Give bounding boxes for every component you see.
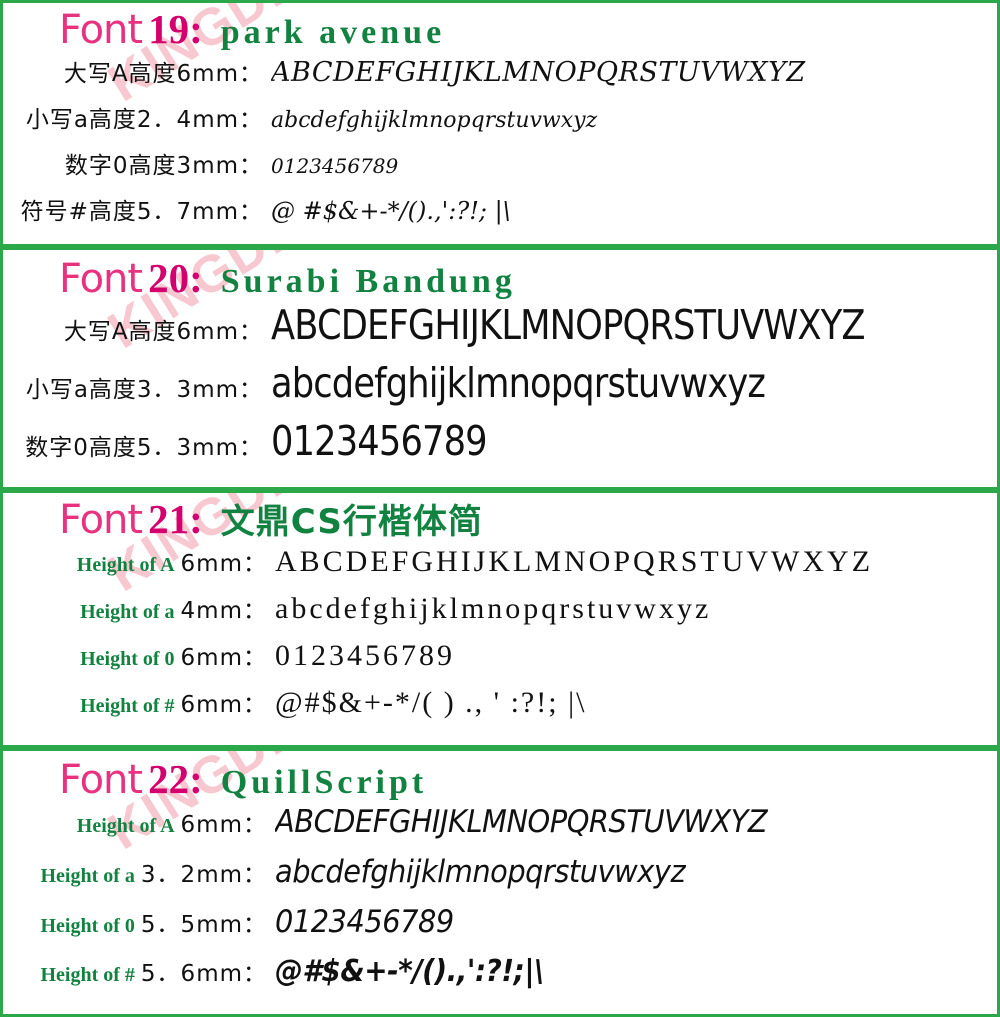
metric-label-value: 6mm： xyxy=(180,812,267,838)
font-block-22: KINGDEN Font 22 : QuillScript Height of … xyxy=(0,748,1000,1017)
sample-lowercase: abcdefghijklmnopqrstuvwxyz xyxy=(275,592,712,625)
metric-label-value: 5．5mm： xyxy=(140,912,267,938)
font-colon: : xyxy=(189,255,203,301)
font-name: Surabi Bandung xyxy=(220,263,516,300)
metric-row: 数字0高度5．3mm： 0123456789 xyxy=(3,417,997,475)
sample-symbols: @#$&+-*/().,':?!;|\ xyxy=(275,954,544,989)
font-number: 21 xyxy=(148,496,190,542)
sample-digits: 0123456789 xyxy=(271,154,399,178)
font-label: Font xyxy=(59,497,143,543)
sample-uppercase: ABCDEFGHIJKLMNOPQRSTUVWXYZ xyxy=(271,301,866,349)
sample-uppercase: ABCDEFGHIJKLMNOPQRSTUVWXYZ xyxy=(275,804,768,840)
font-block-19: KINGDEN Font 19 : park avenue 大写A高度6mm： … xyxy=(0,0,1000,247)
metric-row: Height of 0 6mm： 0123456789 xyxy=(3,638,997,685)
font-title-row: Font 21 : 文鼎CS行楷体简 xyxy=(3,493,997,543)
metric-row: Height of a 4mm： abcdefghijklmnopqrstuvwx… xyxy=(3,591,997,638)
metric-label-text: Height of a xyxy=(80,601,175,623)
metric-label-value: 6mm： xyxy=(180,551,267,577)
metric-label: 小写a高度2．4mm： xyxy=(25,107,263,133)
metric-label: Height of a 3．2mm： xyxy=(3,855,275,889)
metric-label-text: Height of 0 xyxy=(80,648,175,670)
metric-row: Height of 0 5．5mm： 0123456789 xyxy=(3,904,997,954)
metric-rows: Height of A 6mm： ABCDEFGHIJKLMNOPQRSTUVWX… xyxy=(3,544,997,732)
font-number: 20 xyxy=(148,255,190,301)
metric-row: Height of A 6mm： ABCDEFGHIJKLMNOPQRSTUVWX… xyxy=(3,544,997,591)
sample-uppercase: ABCDEFGHIJKLMNOPQRSTUVWXYZ xyxy=(275,545,874,578)
sample-symbols: @ #$&+-*/().,':?!; |\ xyxy=(271,197,511,225)
font-title-row: Font 20 : Surabi Bandung xyxy=(3,250,997,302)
font-number: 22 xyxy=(148,756,190,802)
metric-label: 大写A高度6mm： xyxy=(63,61,263,87)
metric-label-text: Height of 0 xyxy=(40,915,135,937)
metric-label: Height of A 6mm： xyxy=(3,544,275,578)
sample-symbols: @#$&+-*/( ) ., ' :?!; |\ xyxy=(275,686,587,719)
font-specimen-sheet: KINGDEN Font 19 : park avenue 大写A高度6mm： … xyxy=(0,0,1000,1017)
sample-uppercase: ABCDEFGHIJKLMNOPQRSTUVWXYZ xyxy=(271,57,806,88)
metric-row: Height of A 6mm： ABCDEFGHIJKLMNOPQRSTUVWX… xyxy=(3,804,997,854)
metric-label: Height of 0 5．5mm： xyxy=(3,905,275,939)
metric-label-value: 4mm： xyxy=(180,598,267,624)
metric-row: Height of #5．6mm： @#$&+-*/().,':?!;|\ xyxy=(3,954,997,1004)
font-block-20: KINGDEN Font 20 : Surabi Bandung 大写A高度6m… xyxy=(0,247,1000,490)
font-label: Font xyxy=(59,256,143,302)
sample-lowercase: abcdefghijklmnopqrstuvwxyz xyxy=(275,854,686,890)
font-block-21: KINGDEN Font 21 : 文鼎CS行楷体简 Height of A 6m… xyxy=(0,490,1000,748)
metric-row: 数字0高度3mm： 0123456789 xyxy=(3,146,997,192)
font-label: Font xyxy=(59,757,143,803)
sample-digits: 0123456789 xyxy=(271,417,488,465)
metric-rows: 大写A高度6mm： ABCDEFGHIJKLMNOPQRSTUVWXYZ 小写a… xyxy=(3,301,997,475)
metric-rows: Height of A 6mm： ABCDEFGHIJKLMNOPQRSTUVWX… xyxy=(3,804,997,1004)
font-name: QuillScript xyxy=(220,764,428,801)
metric-label: 数字0高度5．3mm： xyxy=(25,435,263,461)
metric-label-text: Height of A xyxy=(76,554,175,576)
metric-label-text: Height of # xyxy=(40,964,135,986)
metric-row: 大写A高度6mm： ABCDEFGHIJKLMNOPQRSTUVWXYZ xyxy=(3,301,997,359)
metric-label-text: Height of a xyxy=(40,865,135,887)
font-number: 19 xyxy=(148,6,190,52)
font-title-row: Font 19 : park avenue xyxy=(3,3,997,53)
metric-label: Height of #5．6mm： xyxy=(3,954,275,988)
sample-lowercase: abcdefghijklmnopqrstuvwxyz xyxy=(271,359,766,407)
metric-label: Height of A 6mm： xyxy=(3,805,275,839)
metric-label-value: 6mm： xyxy=(180,692,267,718)
sample-digits: 0123456789 xyxy=(275,904,454,940)
metric-row: 大写A高度6mm： ABCDEFGHIJKLMNOPQRSTUVWXYZ xyxy=(3,54,997,100)
metric-row: Height of a 3．2mm： abcdefghijklmnopqrstuv… xyxy=(3,854,997,904)
font-title-row: Font 22 : QuillScript xyxy=(3,751,997,803)
metric-rows: 大写A高度6mm： ABCDEFGHIJKLMNOPQRSTUVWXYZ 小写a… xyxy=(3,54,997,238)
metric-label: 小写a高度3．3mm： xyxy=(25,377,263,403)
metric-label: Height of #6mm： xyxy=(3,685,275,719)
metric-row: 符号#高度5．7mm： @ #$&+-*/().,':?!; |\ xyxy=(3,192,997,238)
metric-label: 数字0高度3mm： xyxy=(64,153,263,179)
font-name: park avenue xyxy=(220,14,446,51)
font-colon: : xyxy=(189,6,203,52)
sample-digits: 0123456789 xyxy=(275,639,455,672)
font-label: Font xyxy=(59,7,143,53)
metric-label-text: Height of # xyxy=(80,695,175,717)
metric-label: 符号#高度5．7mm： xyxy=(20,199,263,225)
metric-label: 大写A高度6mm： xyxy=(63,319,263,345)
metric-label: Height of a 4mm： xyxy=(3,591,275,625)
metric-row: Height of #6mm： @#$&+-*/( ) ., ' :?!; |\ xyxy=(3,685,997,732)
font-colon: : xyxy=(189,496,203,542)
metric-label-value: 3．2mm： xyxy=(140,862,267,888)
metric-row: 小写a高度3．3mm： abcdefghijklmnopqrstuvwxyz xyxy=(3,359,997,417)
metric-label-text: Height of A xyxy=(76,815,175,837)
metric-label-value: 5．6mm： xyxy=(140,961,267,987)
metric-label: Height of 0 6mm： xyxy=(3,638,275,672)
font-colon: : xyxy=(189,756,203,802)
metric-row: 小写a高度2．4mm： abcdefghijklmnopqrstuvwxyz xyxy=(3,100,997,146)
sample-lowercase: abcdefghijklmnopqrstuvwxyz xyxy=(271,108,598,133)
metric-label-value: 6mm： xyxy=(180,645,267,671)
font-name: 文鼎CS行楷体简 xyxy=(220,502,483,542)
